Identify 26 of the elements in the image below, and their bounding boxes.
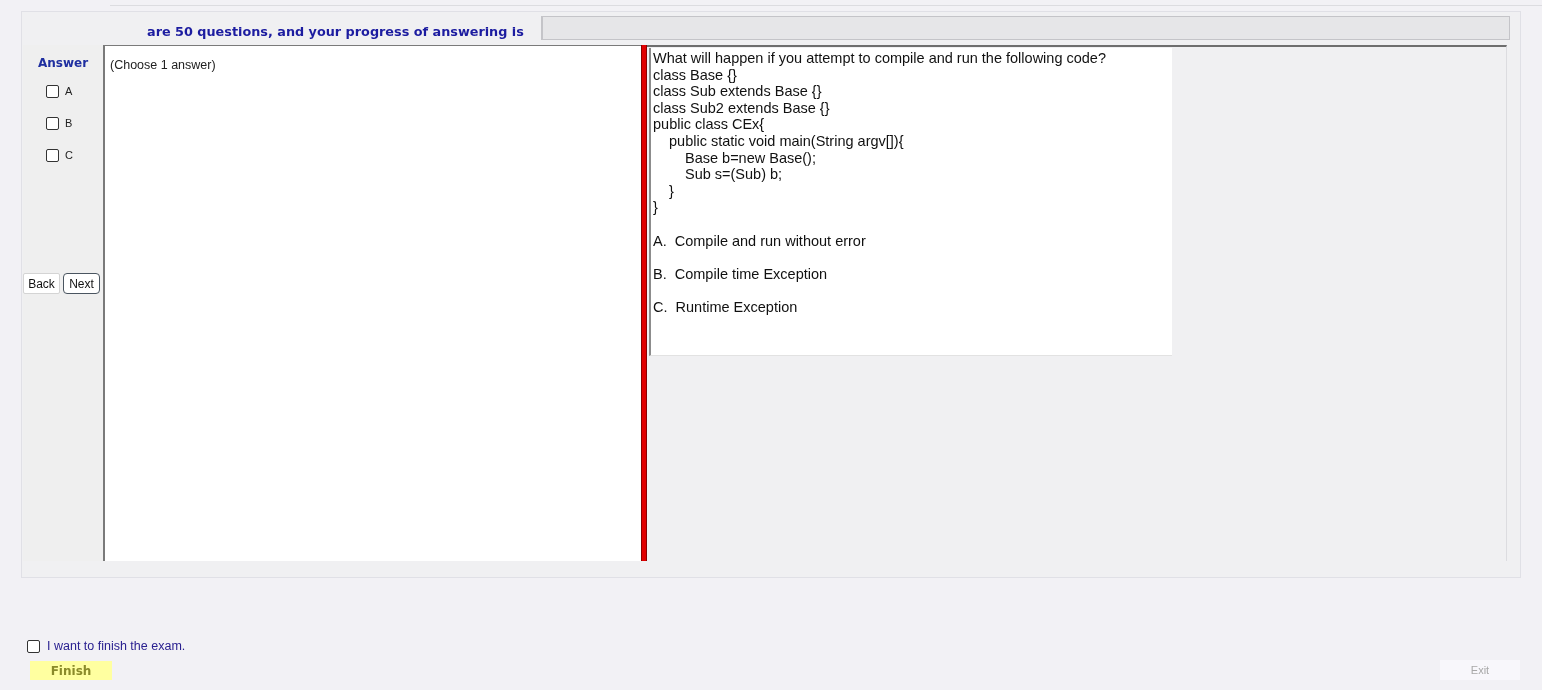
choice-option: B. Compile time Exception (653, 265, 828, 283)
back-button[interactable]: Back (23, 273, 60, 294)
checkbox[interactable] (27, 639, 40, 653)
code-line: class Sub2 extends Base {} (653, 99, 830, 117)
checkbox[interactable] (46, 149, 59, 162)
code-line: Base b=new Base(); (685, 149, 816, 167)
code-line: public class CEx{ (653, 116, 765, 133)
code-line: } (653, 199, 658, 216)
option-letter: A (65, 84, 73, 100)
code-line: Sub s=(Sub) b; (685, 166, 783, 183)
option-letter: C (65, 148, 73, 164)
option-letter: B (65, 116, 73, 132)
answer-instruction: (Choose 1 answer) (110, 58, 216, 72)
question-text: What will happen if you attempt to compile and run the following code? (653, 50, 1106, 67)
code-line: public static void main(String argv[]){ (669, 132, 904, 150)
code-line: class Base {} (653, 66, 737, 84)
progress-heading: are 50 questions, and your progress of answering is (147, 23, 524, 39)
finish-confirm-label[interactable]: I want to finish the exam. (47, 639, 186, 653)
code-line: } (669, 182, 674, 200)
code-line: class Sub extends Base {} (653, 83, 822, 100)
answer-heading: Answer (37, 55, 89, 71)
next-button[interactable]: Next (63, 273, 100, 294)
choice-option: C. Runtime Exception (653, 298, 798, 316)
checkbox[interactable] (46, 117, 59, 130)
choice-option: A. Compile and run without error (653, 232, 866, 250)
checkbox[interactable] (46, 85, 59, 98)
